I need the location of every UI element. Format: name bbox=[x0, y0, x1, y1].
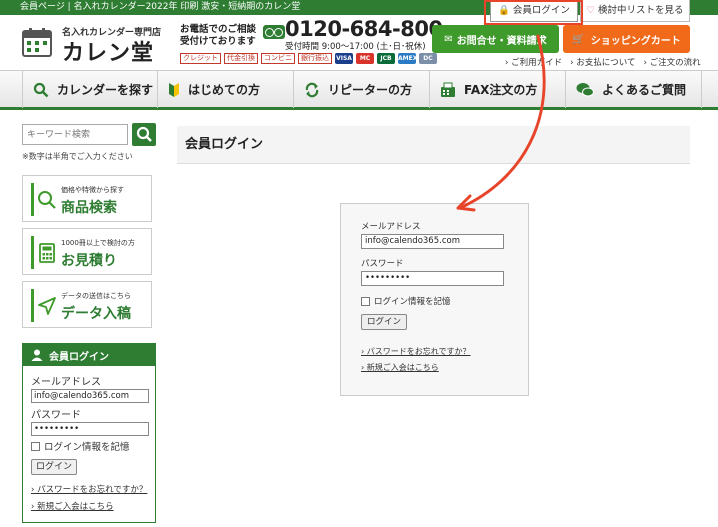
payment-link[interactable]: › お支払について bbox=[570, 56, 635, 68]
card-title: お見積り bbox=[61, 253, 117, 269]
user-icon bbox=[31, 349, 43, 361]
heart-icon: ♡ bbox=[586, 5, 595, 16]
cart-label: ショッピングカート bbox=[590, 35, 681, 47]
main-remember-label: ログイン情報を記憶 bbox=[374, 297, 451, 307]
main-email-field[interactable]: info@calendo365.com bbox=[361, 234, 504, 249]
page-title: 会員ログイン bbox=[177, 126, 690, 164]
nav-item-label: FAX注文の方 bbox=[464, 83, 538, 97]
nav-item-label: はじめての方 bbox=[188, 83, 261, 97]
nav-item-label: よくあるご質問 bbox=[602, 83, 687, 97]
mail-icon: ✉ bbox=[444, 33, 453, 45]
amex-card-icon: AMEX bbox=[398, 53, 418, 64]
cart-button[interactable]: 🛒 ショッピングカート bbox=[563, 25, 690, 53]
checkbox-box[interactable] bbox=[361, 296, 370, 306]
wishlist-label: 検討中リストを見る bbox=[598, 5, 684, 16]
phone-lead-line1: お電話でのご相談 bbox=[180, 24, 257, 35]
product-search-card[interactable]: 価格や特徴から探す 商品検索 bbox=[22, 175, 152, 222]
data-upload-card[interactable]: データの送信はこちら データ入稿 bbox=[22, 281, 152, 328]
sidebar-register-link[interactable]: › 新規ご入会はこちら bbox=[31, 500, 114, 512]
payment-badge: 銀行振込 bbox=[298, 53, 332, 64]
payment-badge: コンビニ bbox=[261, 53, 295, 64]
search-button[interactable] bbox=[132, 123, 156, 146]
nav-item-repeaters[interactable]: リピーターの方 bbox=[294, 71, 430, 108]
keyword-search-input[interactable] bbox=[22, 124, 128, 145]
phone-number: 0120-684-800 bbox=[285, 17, 443, 41]
annotation-highlight-box bbox=[484, 0, 583, 25]
send-icon bbox=[38, 297, 56, 315]
repeat-icon bbox=[305, 82, 319, 97]
dc-card-icon: DC bbox=[419, 53, 437, 64]
search-icon bbox=[136, 126, 152, 142]
card-subtitle: データの送信はこちら bbox=[61, 292, 131, 300]
nav-item-beginners[interactable]: はじめての方 bbox=[158, 71, 294, 108]
calendar-logo-icon bbox=[22, 28, 52, 57]
payment-badge: 代金引換 bbox=[224, 53, 258, 64]
search-note: ※数字は半角でご入力ください bbox=[22, 152, 133, 161]
main-login-panel: メールアドレス info@calendo365.com パスワード ••••••… bbox=[340, 203, 529, 396]
cart-icon: 🛒 bbox=[572, 33, 585, 45]
main-email-label: メールアドレス bbox=[361, 222, 421, 232]
fax-icon bbox=[441, 82, 455, 97]
mastercard-icon: MC bbox=[356, 53, 374, 64]
main-register-link[interactable]: › 新規ご入会はこちら bbox=[361, 362, 439, 373]
card-title: データ入稿 bbox=[61, 306, 131, 322]
nav-item-faq[interactable]: よくあるご質問 bbox=[566, 71, 702, 108]
sidebar-login-button[interactable]: ログイン bbox=[31, 459, 77, 475]
payment-methods: クレジット 代金引換 コンビニ 銀行振込 VISA MC JCB AMEX DC bbox=[180, 53, 437, 64]
visa-card-icon: VISA bbox=[335, 53, 353, 64]
top-strip-text: 会員ページ | 名入れカレンダー2022年 印刷 激安・短納期のカレン堂 bbox=[20, 2, 301, 12]
sidebar-password-label: パスワード bbox=[31, 410, 81, 421]
calculator-icon bbox=[39, 243, 55, 263]
order-flow-link[interactable]: › ご注文の流れ bbox=[643, 56, 700, 68]
sidebar-login-title: 会員ログイン bbox=[49, 351, 109, 363]
payment-badge: クレジット bbox=[180, 53, 221, 64]
sidebar-remember-label: ログイン情報を記憶 bbox=[44, 442, 130, 453]
phone-lead: お電話でのご相談 受付けております bbox=[180, 24, 256, 48]
wishlist-button[interactable]: ♡ 検討中リストを見る bbox=[580, 0, 690, 22]
nav-item-search-calendar[interactable]: カレンダーを探す bbox=[22, 71, 158, 108]
nav-item-label: リピーターの方 bbox=[328, 83, 413, 97]
estimate-card[interactable]: 1000冊以上で検討の方 お見積り bbox=[22, 228, 152, 275]
header-links: › ご利用ガイド › お支払について › ご注文の流れ bbox=[505, 56, 701, 68]
main-forgot-password-link[interactable]: › パスワードをお忘れですか？ bbox=[361, 346, 471, 357]
main-remember-checkbox[interactable]: ログイン情報を記憶 bbox=[361, 295, 451, 307]
sidebar-forgot-password-link[interactable]: › パスワードをお忘れですか？ bbox=[31, 483, 147, 495]
card-subtitle: 価格や特徴から探す bbox=[61, 186, 124, 194]
main-nav: カレンダーを探す はじめての方 リピーターの方 FAX注文の方 よくあるご質問 bbox=[0, 70, 718, 110]
contact-label: お問合せ・資料請求 bbox=[456, 35, 547, 47]
sidebar-login-panel: 会員ログイン メールアドレス info@calendo365.com パスワード… bbox=[22, 343, 156, 523]
main-login-button[interactable]: ログイン bbox=[361, 314, 407, 330]
beginner-mark-icon bbox=[169, 82, 179, 97]
card-subtitle: 1000冊以上で検討の方 bbox=[61, 239, 135, 247]
sidebar-email-label: メールアドレス bbox=[31, 377, 101, 388]
checkbox-box[interactable] bbox=[31, 441, 40, 451]
nav-item-label: カレンダーを探す bbox=[57, 83, 154, 97]
freedial-icon bbox=[263, 25, 285, 39]
logo-wordmark[interactable]: カレン堂 bbox=[62, 35, 154, 67]
main-password-field[interactable]: ••••••••• bbox=[361, 271, 504, 286]
contact-button[interactable]: ✉ お問合せ・資料請求 bbox=[432, 25, 559, 53]
phone-lead-line2: 受付けております bbox=[180, 36, 256, 47]
search-icon bbox=[33, 82, 49, 97]
card-accent-bar bbox=[31, 183, 34, 216]
sidebar-remember-checkbox[interactable]: ログイン情報を記憶 bbox=[31, 439, 130, 453]
business-hours: 受付時間 9:00～17:00 (土･日･祝休) bbox=[285, 42, 426, 52]
main-password-label: パスワード bbox=[361, 259, 404, 269]
guide-link[interactable]: › ご利用ガイド bbox=[505, 56, 562, 68]
sidebar-email-field[interactable]: info@calendo365.com bbox=[31, 389, 149, 403]
card-title: 商品検索 bbox=[61, 200, 117, 216]
jcb-card-icon: JCB bbox=[377, 53, 395, 64]
card-accent-bar bbox=[31, 289, 34, 322]
sidebar-password-field[interactable]: ••••••••• bbox=[31, 422, 149, 436]
card-accent-bar bbox=[31, 236, 34, 269]
sidebar-login-header: 会員ログイン bbox=[23, 344, 155, 366]
nav-item-fax-order[interactable]: FAX注文の方 bbox=[430, 71, 566, 108]
search-icon bbox=[38, 191, 56, 209]
chat-icon bbox=[576, 82, 594, 96]
